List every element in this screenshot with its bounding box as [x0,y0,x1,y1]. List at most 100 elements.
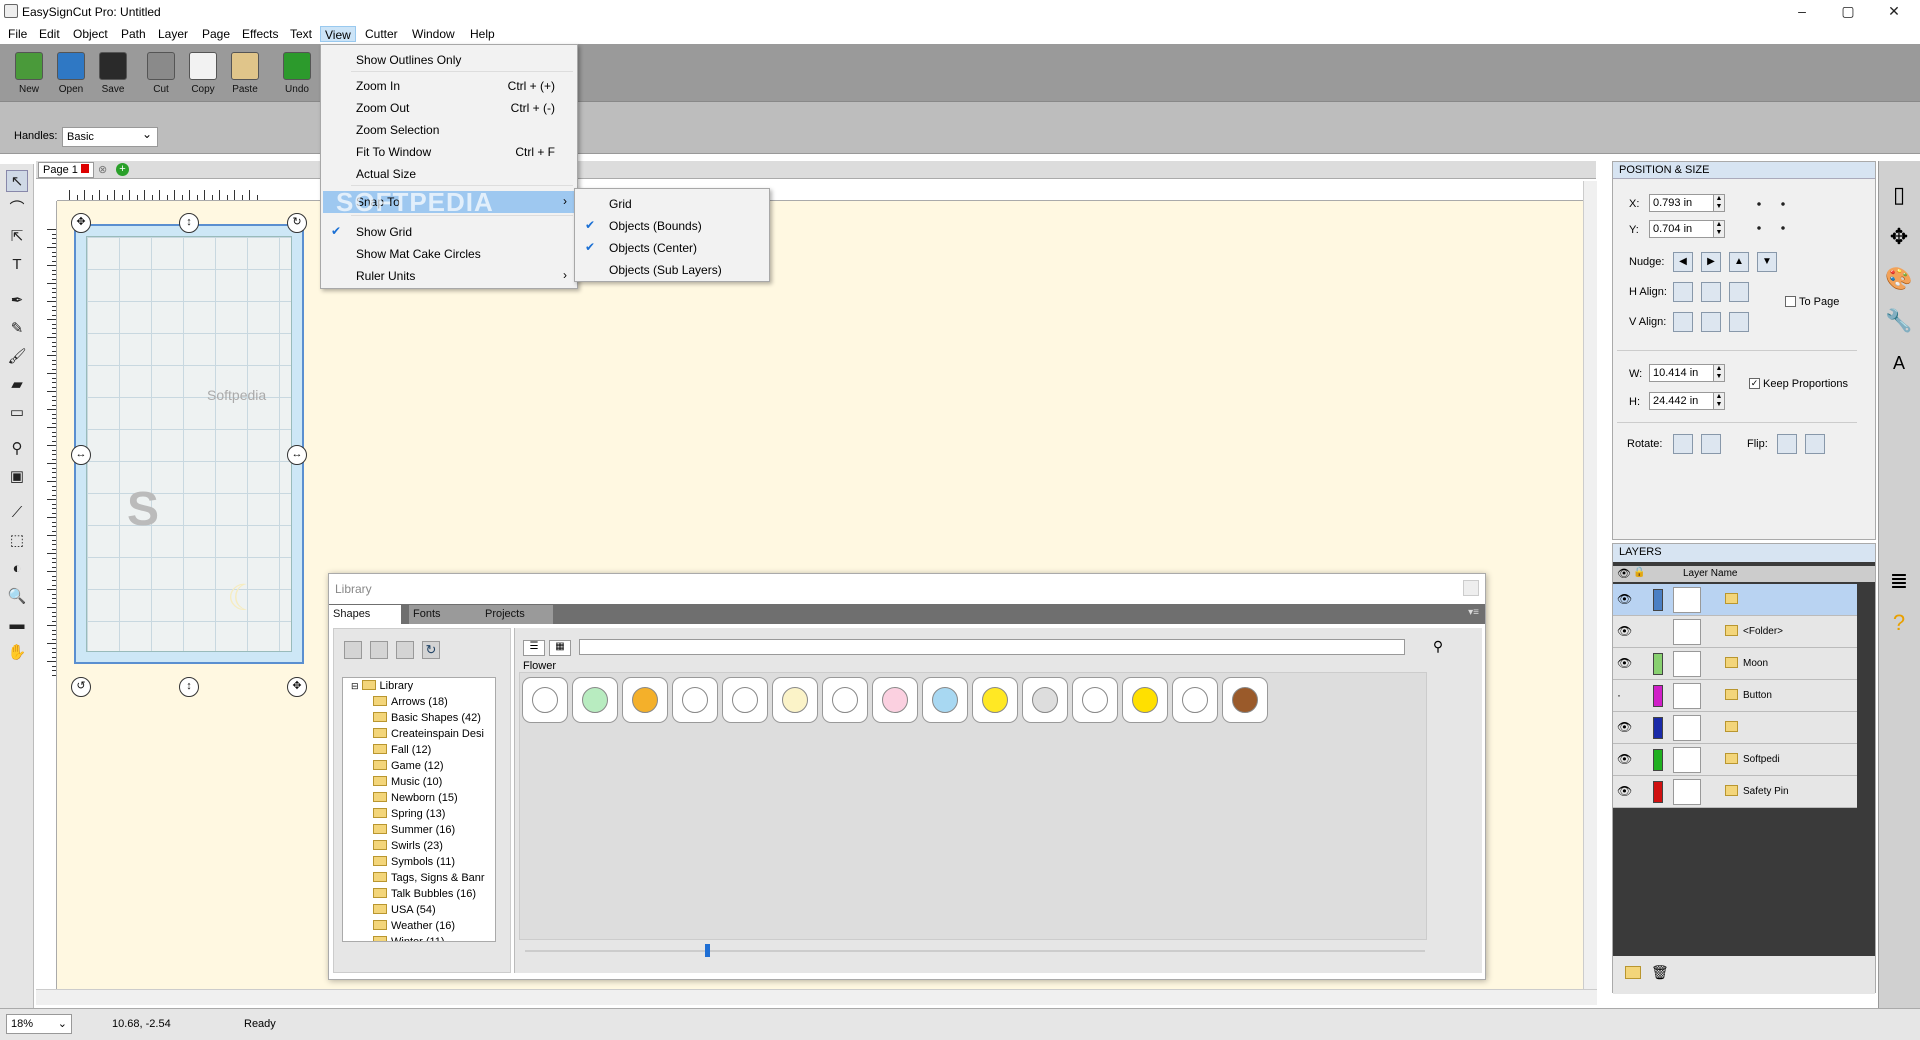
palette-icon[interactable]: 🎨 [1883,263,1915,295]
panel-scrollbar[interactable] [1861,182,1873,536]
node-tool-icon[interactable]: ⌒ [6,198,28,220]
pencil-tool-icon[interactable]: ✎ [6,318,28,340]
tab-shapes[interactable]: Shapes [329,605,401,624]
canvas-vertical-scrollbar[interactable] [1583,181,1597,989]
nudge-down-icon[interactable]: ▼ [1757,252,1777,272]
menu-item-show-outlines-only[interactable]: Show Outlines Only [323,49,575,71]
snap-item-objects-sub-layers-[interactable]: Objects (Sub Layers) [577,259,767,281]
size-slider-thumb[interactable] [705,944,710,957]
layer-row[interactable]: 👁 Safety Pin [1613,776,1857,808]
layer-row[interactable]: 👁 [1613,712,1857,744]
layer-row[interactable]: 👁 [1613,584,1857,616]
add-folder-icon[interactable] [1625,966,1641,979]
resize-handle-icon[interactable]: ↕ [179,213,199,233]
page-tab[interactable]: Page 1 [38,162,94,178]
rotate-handle-icon[interactable]: ↺ [71,677,91,697]
align-top-icon[interactable] [1673,312,1693,332]
shape-feet[interactable] [672,677,718,723]
zoom-tool-icon[interactable]: 🔍 [6,586,28,608]
tree-item[interactable]: Weather (16) [373,920,455,936]
height-stepper[interactable]: ▲ ▼ [1713,392,1725,410]
canvas-horizontal-scrollbar[interactable] [36,989,1597,1005]
shape-stork[interactable] [1172,677,1218,723]
nudge-left-icon[interactable]: ◀ [1673,252,1693,272]
menu-file[interactable]: File [4,26,31,42]
close-page-icon[interactable]: ⊗ [98,163,107,176]
rotate-handle-icon[interactable]: ↻ [287,213,307,233]
tree-item[interactable]: Basic Shapes (42) [373,712,481,728]
align-bottom-icon[interactable] [1729,312,1749,332]
layer-color-swatch[interactable] [1653,781,1663,803]
tab-projects[interactable]: Projects [481,605,553,624]
new-folder-icon[interactable] [344,641,362,659]
tree-item[interactable]: Swirls (23) [373,840,443,856]
menu-item-actual-size[interactable]: Actual Size [323,163,575,185]
shapes-scrollbar[interactable] [1435,674,1447,942]
rotate-right-icon[interactable] [1701,434,1721,454]
flip-horizontal-icon[interactable] [1777,434,1797,454]
knife-tool-icon[interactable]: ⟋ [6,502,28,524]
menu-item-fit-to-window[interactable]: Fit To Window Ctrl + F [323,141,575,163]
shape-duck[interactable] [972,677,1018,723]
maximize-button[interactable]: ▢ [1826,0,1870,24]
x-input[interactable]: 0.793 in [1649,194,1719,212]
resize-handle-icon[interactable]: ↕ [179,677,199,697]
menu-object[interactable]: Object [69,26,112,42]
visibility-icon[interactable]: · [1617,688,1621,702]
menu-page[interactable]: Page [198,26,234,42]
library-close-button[interactable] [1463,580,1479,596]
tree-item[interactable]: Fall (12) [373,744,431,760]
refresh-icon[interactable]: ↻ [422,641,440,659]
to-page-checkbox[interactable] [1785,296,1796,307]
zoom-select[interactable]: 18% ⌄ [6,1014,72,1034]
search-icon[interactable]: ⚲ [1427,638,1449,658]
shape-rattle[interactable] [922,677,968,723]
cut-button[interactable]: Cut [143,52,179,95]
menu-view[interactable]: View [320,26,356,42]
tree-item[interactable]: Arrows (18) [373,696,448,712]
menu-item-zoom-out[interactable]: Zoom Out Ctrl + (-) [323,97,575,119]
shape-star[interactable] [1122,677,1168,723]
tree-item[interactable]: Newborn (15) [373,792,458,808]
close-button[interactable]: ✕ [1872,0,1916,24]
layer-color-swatch[interactable] [1653,685,1663,707]
shape-moon[interactable] [772,677,818,723]
tree-item[interactable]: Tags, Signs & Banr [373,872,485,888]
y-stepper[interactable]: ▲ ▼ [1713,220,1725,238]
pen-tool-icon[interactable]: ✒ [6,290,28,312]
size-slider[interactable] [525,950,1425,952]
grid-view-icon[interactable]: ▦ [549,640,571,656]
tree-item[interactable]: Spring (13) [373,808,445,824]
library-search-input[interactable] [579,639,1405,655]
height-input[interactable]: 24.442 in [1649,392,1719,410]
menu-item-zoom-selection[interactable]: Zoom Selection [323,119,575,141]
resize-handle-icon[interactable]: ✥ [287,677,307,697]
align-middle-icon[interactable] [1701,312,1721,332]
tree-item[interactable]: Createinspain Desi [373,728,484,744]
tree-root[interactable]: ⊟ Library [351,680,413,696]
resize-handle-icon[interactable]: ↔ [71,445,91,465]
shape-safety-pin[interactable] [1022,677,1068,723]
x-stepper[interactable]: ▲ ▼ [1713,194,1725,212]
contour-tool-icon[interactable]: ◐ [6,558,28,580]
subselect-tool-icon[interactable]: ⇱ [6,226,28,248]
text-style-icon[interactable]: A [1883,347,1915,379]
rotate-handle-icon[interactable]: ✥ [71,213,91,233]
trash-icon[interactable]: 🗑 [1651,964,1669,981]
delete-icon[interactable] [370,641,388,659]
shape-fork[interactable] [722,677,768,723]
tab-fonts[interactable]: Fonts [409,605,481,624]
copy-button[interactable]: Copy [185,52,221,95]
width-input[interactable]: 10.414 in [1649,364,1719,382]
menu-path[interactable]: Path [117,26,150,42]
open-button[interactable]: Open [53,52,89,95]
layer-row[interactable]: 👁 Softpedi [1613,744,1857,776]
visibility-icon[interactable]: 👁 [1617,752,1632,766]
fill-tool-icon[interactable]: ▣ [6,466,28,488]
snap-item-objects-bounds-[interactable]: ✔ Objects (Bounds) [577,215,767,237]
reference-point-grid[interactable] [1747,192,1795,240]
panel-menu-icon[interactable]: ▾≡ [1468,607,1479,618]
shape-onesie[interactable] [822,677,868,723]
align-left-icon[interactable] [1673,282,1693,302]
shape-flower[interactable] [622,677,668,723]
